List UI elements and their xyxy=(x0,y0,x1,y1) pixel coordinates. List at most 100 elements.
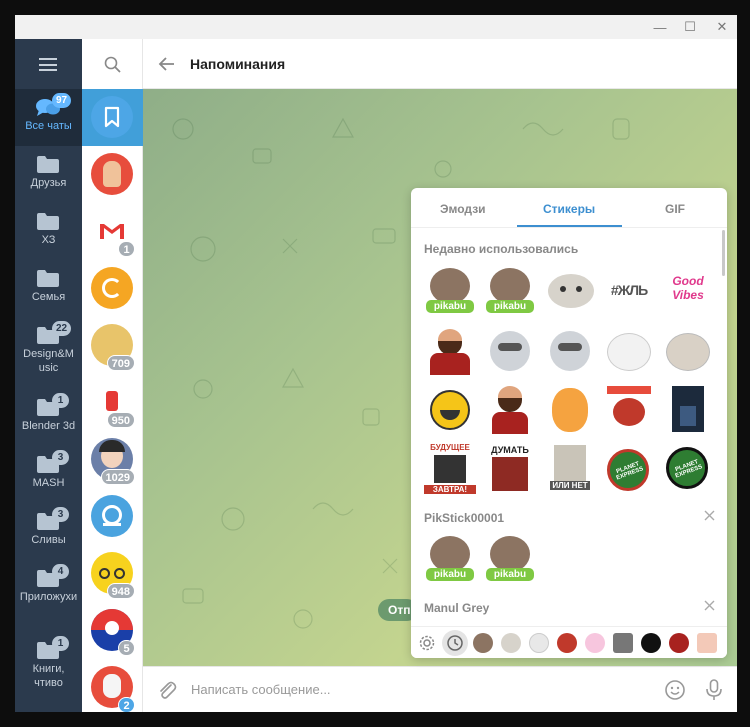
folder-badge: 1 xyxy=(52,393,69,408)
sticker-poster[interactable] xyxy=(662,384,714,436)
menu-icon[interactable] xyxy=(39,58,57,71)
sticker-fluffy-cat[interactable] xyxy=(662,325,714,377)
folder-label: ХЗ xyxy=(41,234,56,246)
folder-label: Blender 3d xyxy=(21,420,76,432)
sticker-bearded-man[interactable] xyxy=(484,384,536,436)
gear-icon[interactable] xyxy=(418,634,436,652)
folder-label: Друзья xyxy=(30,177,67,189)
folder-friends[interactable]: Друзья xyxy=(15,146,82,203)
sticker-grey-cat[interactable] xyxy=(544,325,596,377)
chat-item[interactable]: 1 xyxy=(82,203,143,260)
folder-hz[interactable]: ХЗ xyxy=(15,203,82,260)
section-title-recent: Недавно использовались xyxy=(424,242,579,256)
folder-mash[interactable]: 3 MASH xyxy=(15,446,82,503)
close-icon[interactable] xyxy=(704,510,715,521)
folder-label: Сливы xyxy=(31,534,66,546)
unread-badge: 2 xyxy=(118,697,135,712)
section-title-pikstick: PikStick00001 xyxy=(424,511,505,525)
search-icon[interactable] xyxy=(104,56,121,73)
microphone-icon[interactable] xyxy=(704,678,724,702)
sticker-ili-net[interactable]: ИЛИ НЕТ xyxy=(544,443,596,495)
close-icon[interactable] xyxy=(704,600,715,611)
chat-item[interactable]: 709 xyxy=(82,317,143,374)
scrollbar[interactable] xyxy=(722,230,725,276)
sticker-text: ДУМАТЬ xyxy=(491,445,529,455)
sticker-planet-express[interactable]: PLANET EXPRESS xyxy=(662,443,714,495)
recent-stickers-tab[interactable] xyxy=(442,630,468,656)
tab-stickers[interactable]: Стикеры xyxy=(543,202,595,216)
pikabu-label: pikabu xyxy=(486,300,534,313)
maximize-button[interactable]: ☐ xyxy=(675,15,705,39)
paperclip-icon[interactable] xyxy=(156,679,178,701)
sticker-set-thumb[interactable] xyxy=(585,633,605,653)
minimize-button[interactable]: — xyxy=(645,15,675,39)
folder-blender[interactable]: 1 Blender 3d xyxy=(15,389,82,446)
message-composer: Написать сообщение... xyxy=(143,666,737,712)
chat-item[interactable] xyxy=(82,146,143,203)
folder-badge: 22 xyxy=(52,321,72,336)
chat-item[interactable] xyxy=(82,260,143,317)
sticker-fluffy-cat[interactable] xyxy=(603,325,655,377)
sticker-budushee[interactable]: БУДУЩЕЕ ЗАВТРА! xyxy=(424,443,476,495)
sticker-bird[interactable] xyxy=(603,384,655,436)
sticker-set-thumb[interactable] xyxy=(669,633,689,653)
unread-badge: 948 xyxy=(106,583,135,599)
sticker-zhzhl[interactable]: #ЖЛЬ xyxy=(603,266,655,318)
sticker-yellow-face[interactable] xyxy=(424,384,476,436)
folder-all-chats[interactable]: 97 Все чаты xyxy=(15,89,82,146)
sticker-sets-bar xyxy=(411,626,727,658)
message-input[interactable]: Написать сообщение... xyxy=(191,682,331,697)
emoji-icon[interactable] xyxy=(664,679,686,701)
sticker-set-thumb[interactable] xyxy=(557,633,577,653)
sticker-good-vibes[interactable]: Good Vibes xyxy=(662,266,714,318)
sticker-set-thumb[interactable] xyxy=(501,633,521,653)
sticker-pikabu-manul[interactable]: pikabu xyxy=(484,266,536,318)
sticker-set-thumb[interactable] xyxy=(529,633,549,653)
chat-item[interactable]: 950 xyxy=(82,374,143,431)
sticker-dumat[interactable]: ДУМАТЬ xyxy=(484,443,536,495)
unread-badge: 5 xyxy=(118,640,135,656)
folder-slivy[interactable]: 3 Сливы xyxy=(15,503,82,560)
sticker-grey-cat[interactable] xyxy=(484,325,536,377)
sticker-set-thumb[interactable] xyxy=(473,633,493,653)
pikabu-label: pikabu xyxy=(426,300,474,313)
close-window-button[interactable]: ✕ xyxy=(707,15,737,39)
clock-icon xyxy=(447,635,463,651)
sticker-pikabu-manul[interactable]: pikabu xyxy=(424,534,476,586)
sticker-planet-express[interactable]: PLANET EXPRESS xyxy=(603,443,655,495)
chat-title: Напоминания xyxy=(190,56,286,72)
sticker-text: #ЖЛЬ xyxy=(610,282,648,298)
chat-item[interactable] xyxy=(82,488,143,545)
folder-apps[interactable]: 4 Приложухи xyxy=(15,560,82,624)
sticker-grey-cat[interactable] xyxy=(544,266,596,318)
folder-design-music[interactable]: 22 Design&Music xyxy=(15,317,82,381)
chat-item[interactable]: 948 xyxy=(82,545,143,602)
folder-family[interactable]: Семья xyxy=(15,260,82,317)
chat-item-saved[interactable] xyxy=(82,89,143,146)
sticker-orange-cat[interactable] xyxy=(544,384,596,436)
pikabu-label: pikabu xyxy=(486,568,534,581)
folder-badge: 3 xyxy=(52,450,69,465)
sticker-set-thumb[interactable] xyxy=(697,633,717,653)
tab-emoji[interactable]: Эмодзи xyxy=(440,202,486,216)
back-arrow-icon[interactable] xyxy=(158,55,176,73)
sticker-text: Good Vibes xyxy=(672,274,704,302)
folder-label: Design&Music xyxy=(23,348,74,374)
sticker-pikabu-manul[interactable]: pikabu xyxy=(484,534,536,586)
folders-sidebar: 97 Все чаты Друзья ХЗ Семья 22 Design&Mu… xyxy=(15,39,82,712)
panel-tabs: Эмодзи Стикеры GIF xyxy=(411,188,727,228)
sticker-set-thumb[interactable] xyxy=(641,633,661,653)
sticker-set-thumb[interactable] xyxy=(613,633,633,653)
chat-item[interactable]: 1029 xyxy=(82,431,143,488)
sticker-text: ИЛИ НЕТ xyxy=(550,481,590,490)
sticker-bearded-man[interactable] xyxy=(424,325,476,377)
folder-books[interactable]: 1 Книги, чтиво xyxy=(15,632,82,696)
title-bar: — ☐ ✕ xyxy=(15,15,737,39)
sticker-pikabu-manul[interactable]: pikabu xyxy=(424,266,476,318)
unread-badge: 950 xyxy=(106,412,135,428)
chat-item[interactable]: 2 xyxy=(82,659,143,712)
tab-gif[interactable]: GIF xyxy=(665,202,685,216)
chat-item[interactable]: 5 xyxy=(82,602,143,659)
folder-label: Все чаты xyxy=(25,120,72,132)
avatar xyxy=(91,153,133,195)
